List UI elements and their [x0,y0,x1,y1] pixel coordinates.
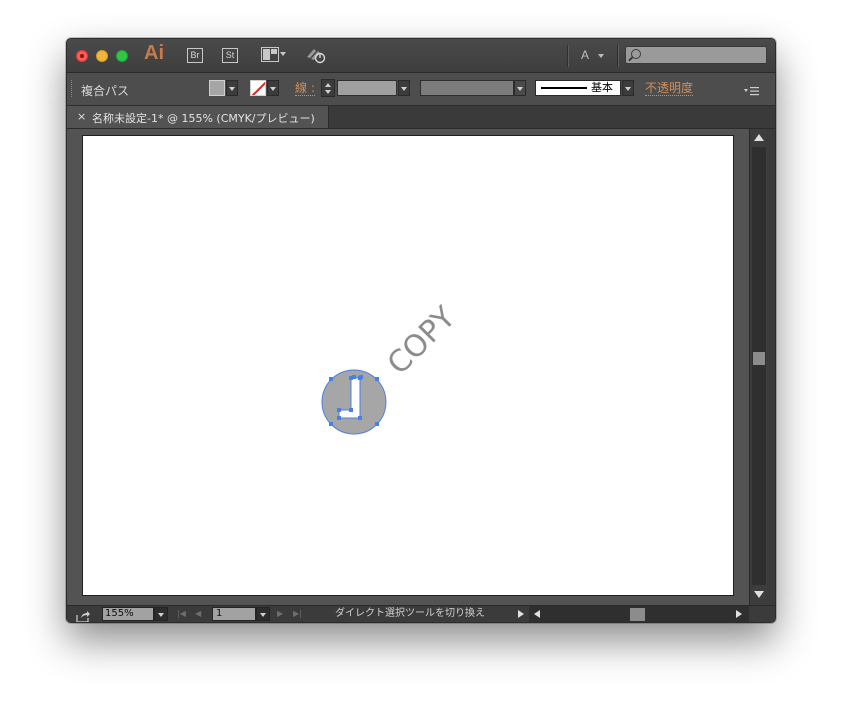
compound-path-object[interactable] [321,369,387,435]
scroll-down-arrow-icon[interactable] [754,591,764,598]
watermark-text-object[interactable]: COPY [381,300,463,382]
share-button[interactable] [76,608,90,622]
brush-stroke-preview [541,87,587,89]
control-bar: 複合パス 線 : 基本 不透明度 [67,73,775,106]
first-artboard-icon[interactable]: |◀ [177,609,186,618]
fill-dropdown[interactable] [226,80,238,96]
bridge-button[interactable]: Br [187,48,203,63]
selection-type-label: 複合パス [81,84,130,98]
document-tab-strip: × 名称未設定-1* @ 155% (CMYK/プレビュー) [67,106,775,129]
workspace-switcher[interactable]: A [581,48,589,62]
scroll-thumb[interactable] [753,352,765,365]
document-tab[interactable]: × 名称未設定-1* @ 155% (CMYK/プレビュー) [67,106,329,128]
scroll-up-arrow-icon[interactable] [754,134,764,141]
next-artboard-icon[interactable]: ▶ [277,609,283,618]
brush-definition[interactable]: 基本 [535,80,621,96]
artwork-layer[interactable]: COPY [83,136,734,596]
zoom-dropdown[interactable] [154,607,168,621]
scroll-thumb[interactable] [630,608,645,621]
stroke-swatch[interactable] [250,80,266,96]
minimize-window-button[interactable] [96,50,108,62]
artboard-dropdown[interactable] [256,607,270,621]
scroll-track[interactable] [752,147,766,585]
variable-width-profile[interactable] [420,80,514,96]
scroll-right-arrow-icon[interactable] [736,610,742,618]
zoom-field[interactable]: 155% [102,607,154,621]
chevron-down-icon [598,54,604,58]
app-logo: Ai [144,42,164,64]
sync-icon [307,49,326,64]
artboard[interactable]: COPY [82,135,734,596]
stroke-weight-stepper[interactable] [321,79,335,97]
document-tab-title: 名称未設定-1* @ 155% (CMYK/プレビュー) [92,112,315,125]
canvas-area[interactable]: COPY [67,129,749,605]
close-window-button[interactable] [76,50,88,62]
stock-button[interactable]: St [222,48,238,63]
profile-dropdown[interactable] [514,80,526,96]
artboard-number-field[interactable]: 1 [212,607,256,621]
search-input[interactable] [625,46,767,64]
status-menu-arrow-icon[interactable] [518,610,524,618]
last-artboard-icon[interactable]: ▶| [293,609,302,618]
stroke-weight-dropdown[interactable] [398,80,410,96]
search-icon [631,49,641,59]
panel-grip[interactable] [71,80,74,97]
watermark-text: COPY [381,300,463,382]
status-bar: 155% |◀ ◀ 1 ▶ ▶| ダイレクト選択ツールを切り換え [67,605,775,622]
illustrator-window: Ai Br St A 複合パス 線 : 基本 不透明度 × 名称未設定-1* @… [66,38,776,623]
window-edge [767,129,775,605]
stroke-weight-field[interactable] [337,80,397,96]
horizontal-scrollbar[interactable] [529,606,749,622]
panel-menu-icon [744,87,759,96]
previous-artboard-icon[interactable]: ◀ [195,609,201,618]
chevron-down-icon [280,52,286,56]
tool-status-text[interactable]: ダイレクト選択ツールを切り換え [312,607,508,621]
arrange-documents-button[interactable] [261,47,287,63]
brush-label: 基本 [591,81,613,94]
panel-menu-button[interactable] [743,83,761,96]
layout-icon [261,47,279,62]
opacity-panel-link[interactable]: 不透明度 [645,81,694,96]
brush-dropdown[interactable] [622,80,634,96]
share-icon [76,611,90,622]
stroke-dropdown[interactable] [267,80,279,96]
vertical-scrollbar[interactable] [749,129,768,605]
toolbar-divider [567,45,569,67]
fill-swatch[interactable] [209,80,225,96]
scroll-left-arrow-icon[interactable] [534,610,540,618]
close-tab-icon[interactable]: × [77,110,86,123]
stroke-panel-link[interactable]: 線 : [295,81,315,96]
toolbar-divider [617,45,619,67]
sync-settings-button[interactable] [305,45,327,65]
title-bar: Ai Br St A [67,39,775,73]
zoom-window-button[interactable] [116,50,128,62]
